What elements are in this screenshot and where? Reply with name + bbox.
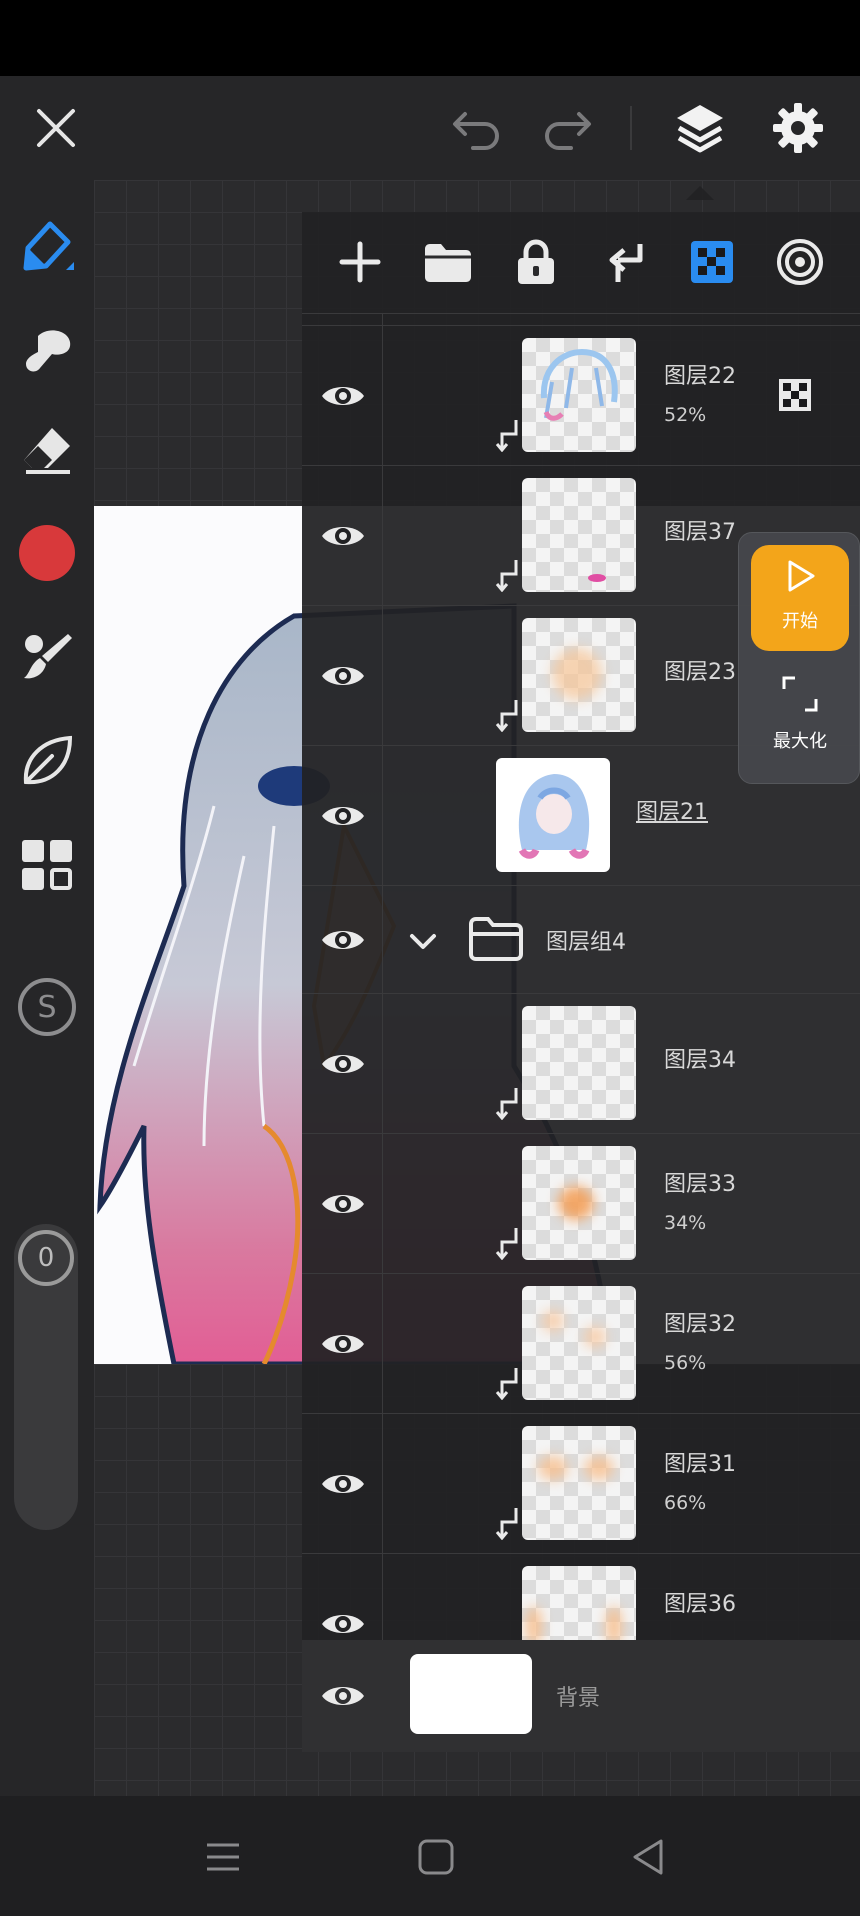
- layer-name: 图层33: [664, 1172, 736, 1197]
- layer-thumbnail: [522, 1006, 636, 1120]
- layer-opacity: 34%: [664, 1212, 707, 1234]
- chevron-down-icon[interactable]: [408, 926, 438, 956]
- layer-name: 图层34: [664, 1048, 736, 1073]
- home-icon[interactable]: [411, 1832, 461, 1882]
- layer-row[interactable]: [302, 314, 860, 326]
- layer-thumbnail: [522, 1426, 636, 1540]
- clip-icon: [494, 418, 520, 453]
- redo-icon[interactable]: [536, 98, 596, 158]
- layers-panel: 图层22 52% 图层37 图层23 图层21 图层组4 图层34 图层33 3…: [302, 212, 860, 1752]
- layer-row[interactable]: 图层22 52%: [302, 326, 860, 466]
- symmetry-icon[interactable]: S: [12, 972, 82, 1042]
- layer-name: 背景: [556, 1686, 601, 1711]
- background-layer-row[interactable]: 背景: [302, 1640, 860, 1752]
- brush-icon[interactable]: [12, 214, 82, 284]
- layer-row[interactable]: 图层36: [302, 1554, 860, 1640]
- slider-value: 0: [37, 1243, 55, 1273]
- layer-thumbnail: [522, 618, 636, 732]
- clip-icon: [494, 558, 520, 593]
- clip-icon: [494, 698, 520, 733]
- gallery-icon[interactable]: [12, 830, 82, 900]
- eye-icon[interactable]: [318, 1324, 368, 1364]
- brush-settings-icon[interactable]: [12, 622, 82, 692]
- clip-icon: [494, 1366, 520, 1401]
- clip-icon: [492, 314, 518, 326]
- top-bar: [0, 76, 860, 180]
- eye-icon[interactable]: [318, 1676, 368, 1716]
- layer-thumbnail: [522, 1146, 636, 1260]
- layer-thumbnail: [496, 758, 610, 872]
- alpha-lock-icon[interactable]: [778, 378, 812, 412]
- eye-icon[interactable]: [318, 516, 368, 556]
- slider-knob[interactable]: 0: [18, 1230, 74, 1286]
- layer-row[interactable]: 图层34: [302, 994, 860, 1134]
- layer-row[interactable]: 图层32 56%: [302, 1274, 860, 1414]
- add-layer-icon[interactable]: [328, 230, 392, 294]
- layers-icon[interactable]: [670, 98, 730, 158]
- target-icon[interactable]: [768, 230, 832, 294]
- layer-name: 图层21: [636, 800, 708, 825]
- system-nav-bar: [0, 1796, 860, 1916]
- eye-icon[interactable]: [318, 1044, 368, 1084]
- eye-icon[interactable]: [318, 796, 368, 836]
- eye-icon[interactable]: [318, 1184, 368, 1224]
- layer-opacity: 56%: [664, 1352, 707, 1374]
- panel-arrow: [686, 186, 714, 200]
- back-icon[interactable]: [624, 1832, 674, 1882]
- eraser-icon[interactable]: [12, 414, 82, 484]
- layer-name: 图层37: [664, 520, 736, 545]
- layer-row[interactable]: 图层31 66%: [302, 1414, 860, 1554]
- undo-icon[interactable]: [448, 98, 508, 158]
- status-bar: [0, 0, 860, 76]
- maximize-icon: [782, 676, 818, 712]
- eye-icon[interactable]: [318, 920, 368, 960]
- menu-icon[interactable]: [198, 1832, 248, 1882]
- layer-name: 图层23: [664, 660, 736, 685]
- folder-icon[interactable]: [416, 230, 480, 294]
- clip-icon[interactable]: [592, 230, 656, 294]
- layer-group-row[interactable]: 图层组4: [302, 886, 860, 994]
- toolbar-divider: [630, 106, 632, 150]
- close-icon[interactable]: [26, 98, 86, 158]
- eye-icon[interactable]: [318, 656, 368, 696]
- lock-icon[interactable]: [504, 230, 568, 294]
- layer-thumbnail: [522, 1286, 636, 1400]
- clip-icon: [494, 1086, 520, 1121]
- maximize-button[interactable]: 最大化: [739, 661, 860, 777]
- leaf-icon[interactable]: [12, 726, 82, 796]
- layer-opacity: 52%: [664, 404, 707, 426]
- layer-thumbnail: [522, 478, 636, 592]
- smudge-icon[interactable]: [12, 318, 82, 388]
- alpha-lock-icon[interactable]: [680, 230, 744, 294]
- layers-toolbar: [302, 212, 860, 314]
- eye-icon[interactable]: [318, 376, 368, 416]
- layer-list[interactable]: 图层22 52% 图层37 图层23 图层21 图层组4 图层34 图层33 3…: [302, 314, 860, 1640]
- clip-icon: [494, 1506, 520, 1541]
- layer-thumbnail: [522, 1566, 636, 1640]
- settings-icon[interactable]: [768, 98, 828, 158]
- recorder-widget: 开始 最大化: [738, 532, 860, 784]
- folder-icon: [468, 916, 524, 962]
- color-swatch[interactable]: [12, 518, 82, 588]
- clip-icon: [494, 1226, 520, 1261]
- layer-row[interactable]: 图层33 34%: [302, 1134, 860, 1274]
- layer-opacity: 66%: [664, 1492, 707, 1514]
- layer-thumbnail: [522, 338, 636, 452]
- layer-name: 图层31: [664, 1452, 736, 1477]
- play-icon: [788, 560, 815, 592]
- start-label: 开始: [782, 611, 818, 632]
- layer-name: 图层32: [664, 1312, 736, 1337]
- layer-name: 图层组4: [546, 930, 626, 955]
- maximize-label: 最大化: [773, 731, 827, 752]
- layer-name: 图层22: [664, 364, 736, 389]
- left-toolbar: S: [0, 180, 94, 1796]
- eye-icon[interactable]: [318, 1464, 368, 1504]
- layer-name: 图层36: [664, 1592, 736, 1617]
- drawing-app: S 0 图层22 52% 图层37 图层23 图层21 图层组4 图层34 图层…: [0, 76, 860, 1796]
- background-thumbnail: [410, 1654, 532, 1734]
- eye-icon[interactable]: [318, 1604, 368, 1640]
- brush-size-slider[interactable]: 0: [14, 1224, 78, 1530]
- start-record-button[interactable]: 开始: [751, 545, 849, 651]
